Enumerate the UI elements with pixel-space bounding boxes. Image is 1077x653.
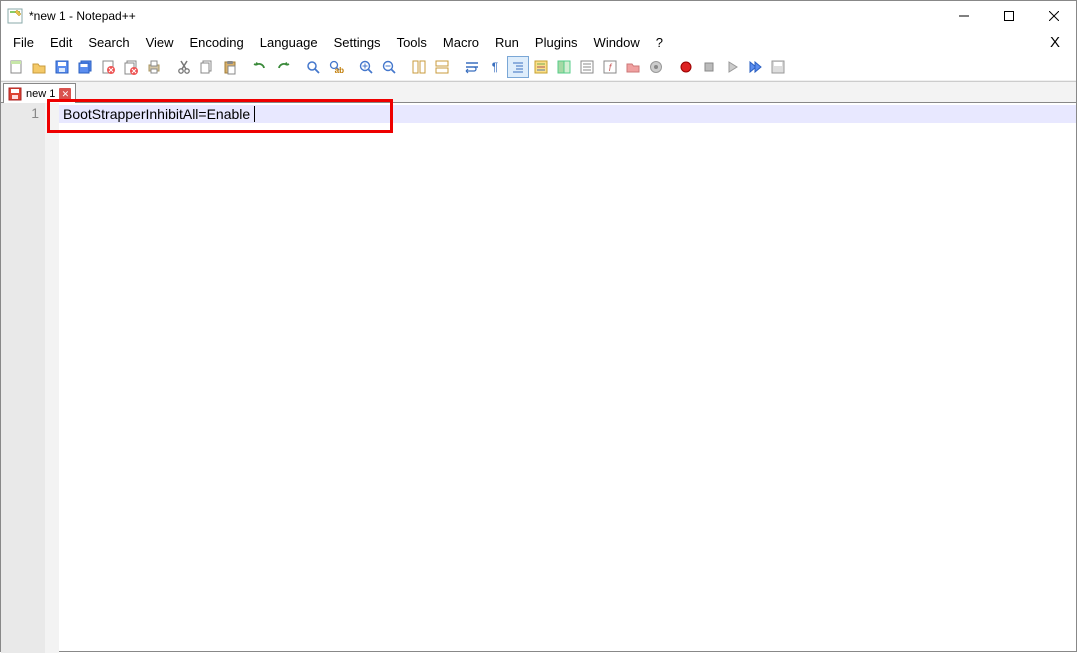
open-file-button[interactable]	[28, 56, 50, 78]
save-all-button[interactable]	[74, 56, 96, 78]
svg-text:ab: ab	[335, 66, 344, 75]
code-area[interactable]: BootStrapperInhibitAll=Enable	[59, 103, 1076, 653]
menu-window[interactable]: Window	[586, 33, 648, 52]
line-text: BootStrapperInhibitAll=Enable	[59, 106, 250, 122]
find-button[interactable]	[302, 56, 324, 78]
tab-close-icon[interactable]: ✕	[59, 88, 71, 100]
paste-button[interactable]	[219, 56, 241, 78]
zoom-in-button[interactable]	[355, 56, 377, 78]
toolbar: ab ¶ f	[1, 53, 1076, 81]
undo-button[interactable]	[249, 56, 271, 78]
window-title: *new 1 - Notepad++	[29, 9, 136, 23]
svg-text:¶: ¶	[492, 60, 498, 74]
maximize-button[interactable]	[986, 1, 1031, 31]
tabbar: new 1 ✕	[1, 81, 1076, 103]
menubar: File Edit Search View Encoding Language …	[1, 31, 1076, 53]
menu-encoding[interactable]: Encoding	[182, 33, 252, 52]
udl-button[interactable]	[530, 56, 552, 78]
play-macro-button[interactable]	[721, 56, 743, 78]
line-number: 1	[1, 105, 39, 121]
menu-view[interactable]: View	[138, 33, 182, 52]
menu-settings[interactable]: Settings	[326, 33, 389, 52]
close-all-button[interactable]	[120, 56, 142, 78]
stop-macro-button[interactable]	[698, 56, 720, 78]
redo-button[interactable]	[272, 56, 294, 78]
editor-area: 1 BootStrapperInhibitAll=Enable	[1, 103, 1076, 653]
menu-tools[interactable]: Tools	[389, 33, 435, 52]
menu-plugins[interactable]: Plugins	[527, 33, 586, 52]
menu-search[interactable]: Search	[80, 33, 137, 52]
all-chars-button[interactable]: ¶	[484, 56, 506, 78]
menu-language[interactable]: Language	[252, 33, 326, 52]
function-list-button[interactable]: f	[599, 56, 621, 78]
folder-workspace-button[interactable]	[622, 56, 644, 78]
menu-macro[interactable]: Macro	[435, 33, 487, 52]
tab-save-icon	[8, 87, 22, 101]
menu-edit[interactable]: Edit	[42, 33, 80, 52]
caret	[254, 106, 255, 122]
doc-list-button[interactable]	[576, 56, 598, 78]
monitor-button[interactable]	[645, 56, 667, 78]
print-button[interactable]	[143, 56, 165, 78]
sync-hscroll-button[interactable]	[431, 56, 453, 78]
overflow-x-button[interactable]: X	[1038, 34, 1072, 51]
replace-button[interactable]: ab	[325, 56, 347, 78]
document-tab[interactable]: new 1 ✕	[3, 83, 76, 103]
close-file-button[interactable]	[97, 56, 119, 78]
play-multi-button[interactable]	[744, 56, 766, 78]
close-button[interactable]	[1031, 1, 1076, 31]
zoom-out-button[interactable]	[378, 56, 400, 78]
tab-label: new 1	[26, 88, 55, 100]
doc-map-button[interactable]	[553, 56, 575, 78]
copy-button[interactable]	[196, 56, 218, 78]
word-wrap-button[interactable]	[461, 56, 483, 78]
app-icon	[7, 8, 23, 24]
cut-button[interactable]	[173, 56, 195, 78]
save-macro-button[interactable]	[767, 56, 789, 78]
menu-help[interactable]: ?	[648, 33, 671, 52]
fold-margin	[45, 103, 59, 653]
indent-guide-button[interactable]	[507, 56, 529, 78]
save-button[interactable]	[51, 56, 73, 78]
code-line[interactable]: BootStrapperInhibitAll=Enable	[59, 105, 1076, 123]
menu-run[interactable]: Run	[487, 33, 527, 52]
titlebar: *new 1 - Notepad++	[1, 1, 1076, 31]
sync-vscroll-button[interactable]	[408, 56, 430, 78]
new-file-button[interactable]	[5, 56, 27, 78]
minimize-button[interactable]	[941, 1, 986, 31]
line-gutter: 1	[1, 103, 45, 653]
menu-file[interactable]: File	[5, 33, 42, 52]
record-macro-button[interactable]	[675, 56, 697, 78]
